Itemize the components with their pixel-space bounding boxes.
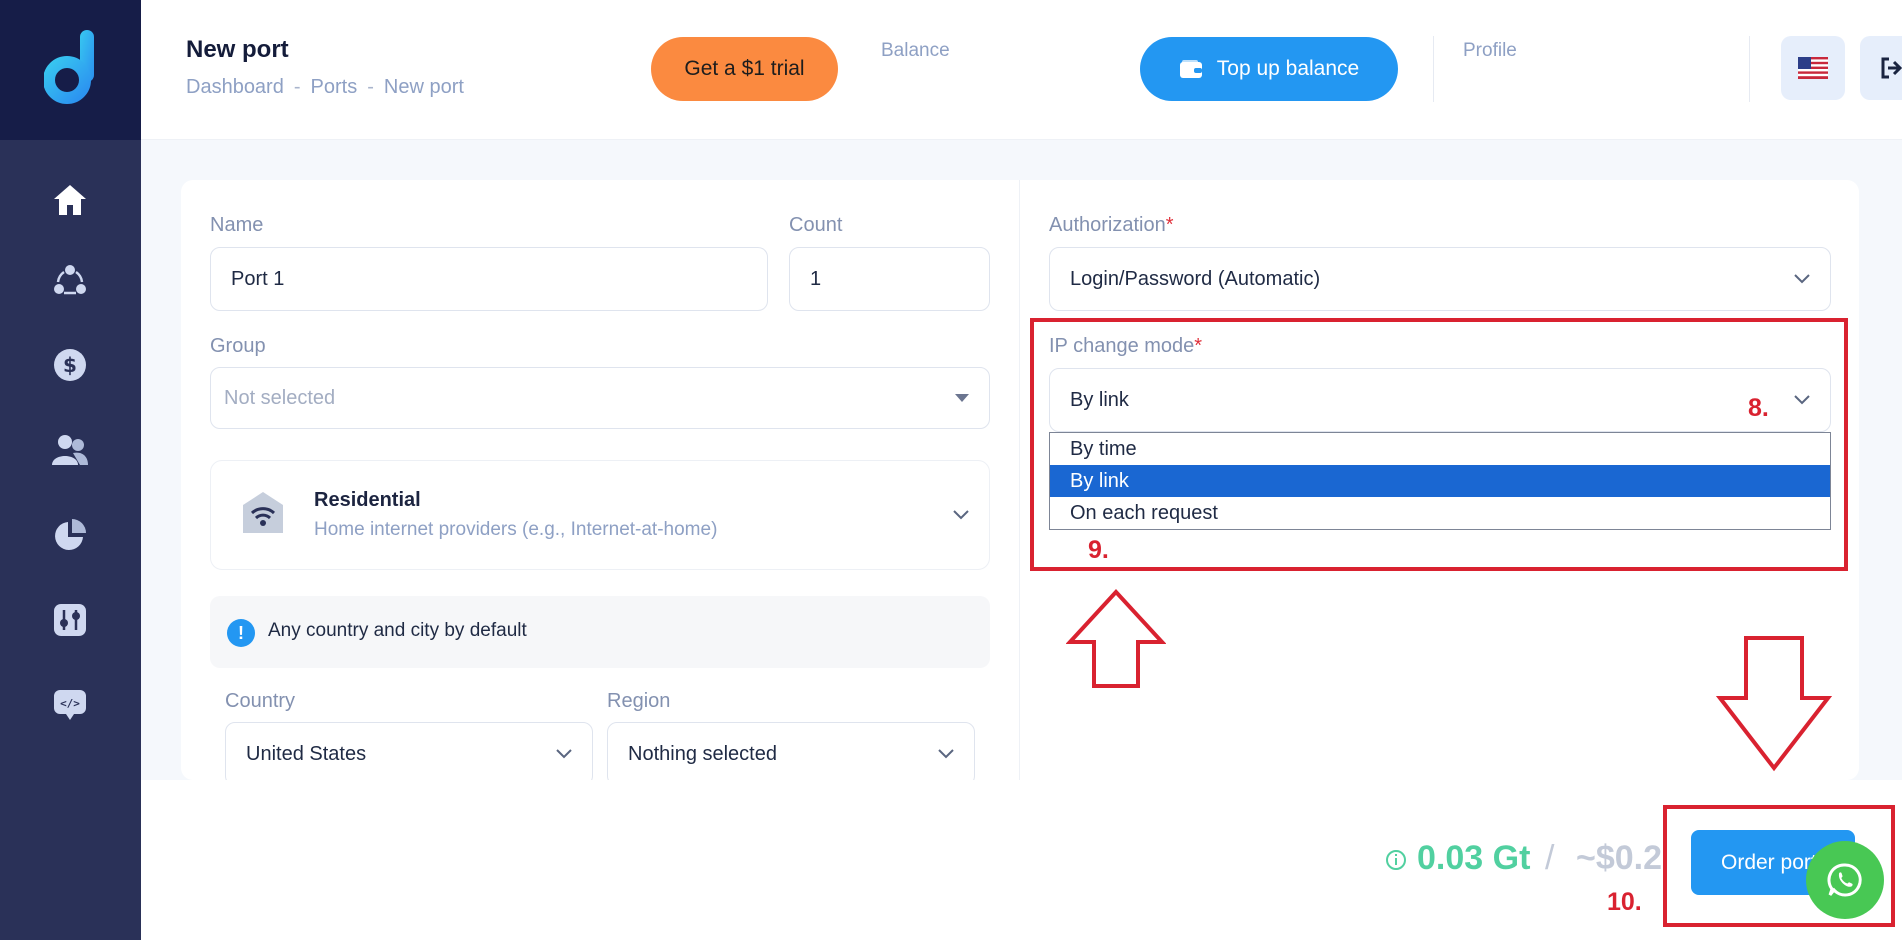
authorization-select[interactable]: Login/Password (Automatic) (1049, 247, 1831, 311)
logout-button[interactable] (1860, 36, 1902, 100)
header-divider (1749, 36, 1750, 102)
wallet-icon (1179, 60, 1202, 78)
chevron-down-icon (938, 749, 954, 759)
count-input[interactable]: 1 (789, 247, 990, 311)
name-input[interactable]: Port 1 (210, 247, 768, 311)
authorization-value: Login/Password (Automatic) (1070, 267, 1321, 290)
price-gt: 0.03 Gt (1417, 839, 1531, 877)
group-label: Group (210, 335, 266, 357)
required-mark: * (1165, 214, 1174, 236)
proxy-type-selector[interactable]: Residential Home internet providers (e.g… (210, 460, 990, 570)
proxy-type-title: Residential (314, 489, 421, 511)
sliders-icon[interactable] (50, 600, 90, 640)
country-label: Country (225, 690, 296, 712)
breadcrumb-current: New port (383, 76, 464, 98)
name-label: Name (210, 214, 264, 236)
code-icon[interactable]: </> (50, 685, 90, 725)
price-usd: ~$0.2 (1576, 839, 1663, 877)
info-text: Any country and city by default (268, 620, 527, 641)
annotation-step-9: 9. (1088, 536, 1109, 564)
logo-area (0, 0, 141, 140)
price-separator: / (1545, 839, 1555, 877)
breadcrumb-ports[interactable]: Ports (311, 76, 358, 98)
chevron-down-icon (1794, 274, 1810, 284)
whatsapp-chat-button[interactable] (1806, 841, 1884, 919)
logo-icon[interactable] (44, 30, 96, 104)
dollar-icon[interactable]: $ (50, 345, 90, 385)
column-divider (1019, 180, 1020, 780)
top-header: New port Dashboard - Ports - New port Get a … (141, 0, 1902, 140)
balance-label: Balance (881, 40, 950, 61)
home-icon[interactable] (50, 180, 90, 220)
trial-button[interactable]: Get a $1 trial (651, 37, 838, 101)
authorization-label-text: Authorization (1049, 214, 1166, 236)
network-icon[interactable] (50, 260, 90, 300)
group-select[interactable]: Not selected (210, 367, 990, 429)
language-button[interactable] (1781, 36, 1845, 100)
chevron-down-icon (953, 510, 969, 520)
topup-balance-label: Top up balance (1216, 57, 1360, 80)
logout-icon (1881, 57, 1902, 79)
breadcrumb-dashboard[interactable]: Dashboard (186, 76, 284, 98)
up-arrow-annotation-icon (1066, 589, 1166, 688)
profile-label[interactable]: Profile (1463, 40, 1517, 62)
pie-chart-icon[interactable] (50, 515, 90, 555)
sidebar: $ </> (0, 0, 141, 940)
region-select[interactable]: Nothing selected (607, 722, 975, 786)
svg-text:</>: </> (60, 697, 80, 710)
us-flag-icon (1798, 57, 1828, 79)
annotation-box-ip-mode (1030, 318, 1848, 571)
breadcrumb-separator: - (367, 76, 374, 98)
country-value: United States (246, 742, 367, 765)
breadcrumb-separator: - (293, 76, 301, 98)
info-notice: ! Any country and city by default (210, 596, 990, 668)
authorization-label: Authorization* (1049, 214, 1174, 237)
exclamation-icon: ! (227, 619, 255, 647)
wifi-house-icon (243, 492, 283, 533)
caret-down-icon (955, 394, 969, 402)
proxy-type-subtitle: Home internet providers (e.g., Internet-… (314, 519, 718, 540)
topup-balance-button[interactable]: Top up balance (1140, 37, 1398, 101)
page-title: New port (186, 36, 289, 63)
whatsapp-icon (1827, 863, 1862, 897)
down-arrow-annotation-icon (1716, 636, 1832, 772)
users-icon[interactable] (50, 430, 90, 470)
breadcrumb: Dashboard - Ports - New port (186, 76, 464, 99)
country-select[interactable]: United States (225, 722, 593, 786)
region-label: Region (607, 690, 671, 712)
info-circle-icon (1386, 850, 1406, 870)
region-value: Nothing selected (628, 742, 777, 765)
count-label: Count (789, 214, 843, 236)
header-divider (1433, 36, 1434, 102)
chevron-down-icon (556, 749, 572, 759)
annotation-step-8: 8. (1748, 394, 1769, 422)
svg-text:$: $ (63, 353, 77, 377)
annotation-step-10: 10. (1607, 888, 1642, 916)
group-placeholder: Not selected (224, 386, 336, 409)
